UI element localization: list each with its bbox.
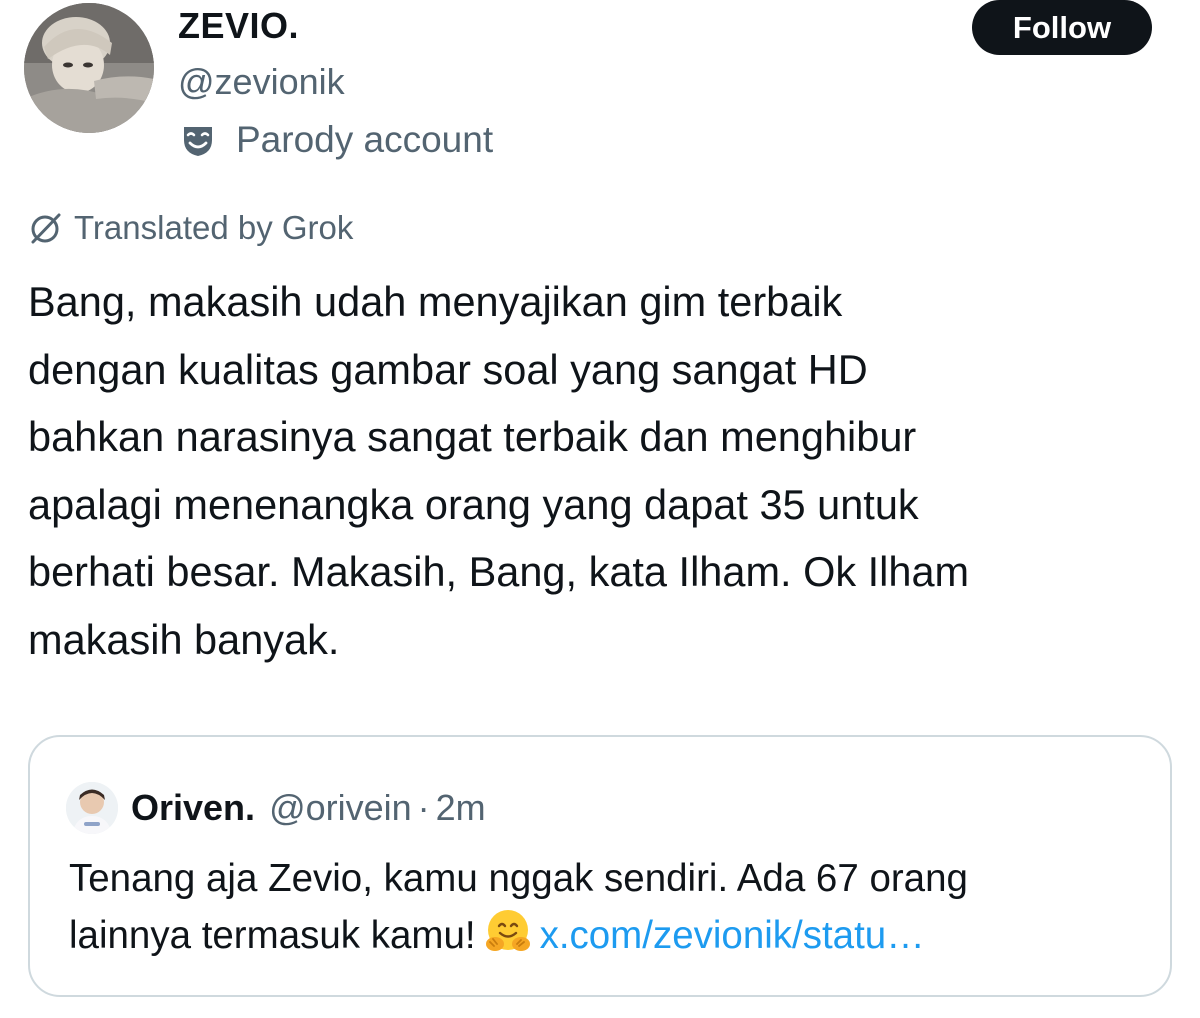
parody-account-text: Parody account [236,119,494,160]
quote-text-line: Tenang aja Zevio, kamu nggak sendiri. Ad… [69,857,968,900]
tweet-text-line: dengan kualitas gambar soal yang sangat … [28,345,868,393]
quote-text-line-2: lainnya termasuk kamu! x.com/zevionik/st… [69,906,1149,963]
quote-text: Tenang aja Zevio, kamu nggak sendiri. Ad… [69,851,1149,963]
author-display-name[interactable]: ZEVIO. [178,4,299,48]
quote-author-avatar[interactable] [66,782,118,834]
tweet-post: ZEVIO. @zevionik Parody account Follow T… [0,0,1200,1018]
quote-tweet-card[interactable]: Oriven. @orivein · 2m Tenang aja Zevio, … [28,735,1172,997]
quote-text-segment: lainnya termasuk kamu! [69,914,476,957]
avatar-photo [24,3,154,133]
tweet-text-line: apalagi menenangka orang yang dapat 35 u… [28,480,919,528]
author-handle[interactable]: @zevionik [178,60,345,104]
quote-author-handle[interactable]: @orivein [269,785,412,831]
parody-account-label: Parody account [178,118,493,162]
quote-timestamp[interactable]: 2m [436,785,486,831]
tweet-text-line: makasih banyak. [28,615,340,663]
tweet-text-line: berhati besar. Makasih, Bang, kata Ilham… [28,548,970,595]
theater-mask-icon [184,127,212,156]
hugging-face-emoji-icon [482,906,534,958]
tweet-text-line: Bang, makasih udah menyajikan gim terbai… [28,278,843,325]
follow-button[interactable]: Follow [972,0,1152,55]
tweet-text-line: bahkan narasinya sangat terbaik dan meng… [28,413,917,460]
grok-icon [31,213,61,244]
author-avatar[interactable] [24,3,154,133]
quote-avatar-photo [66,782,118,834]
translation-label: Translated by Grok [74,209,354,246]
quote-header: Oriven. @orivein · 2m [131,785,486,831]
tweet-text: Bang, makasih udah menyajikan gim terbai… [28,268,1178,673]
quote-status-link[interactable]: x.com/zevionik/statu… [540,914,925,957]
translation-notice[interactable]: Translated by Grok [26,206,353,250]
quote-author-name[interactable]: Oriven. [131,785,255,831]
quote-separator: · [417,787,430,828]
